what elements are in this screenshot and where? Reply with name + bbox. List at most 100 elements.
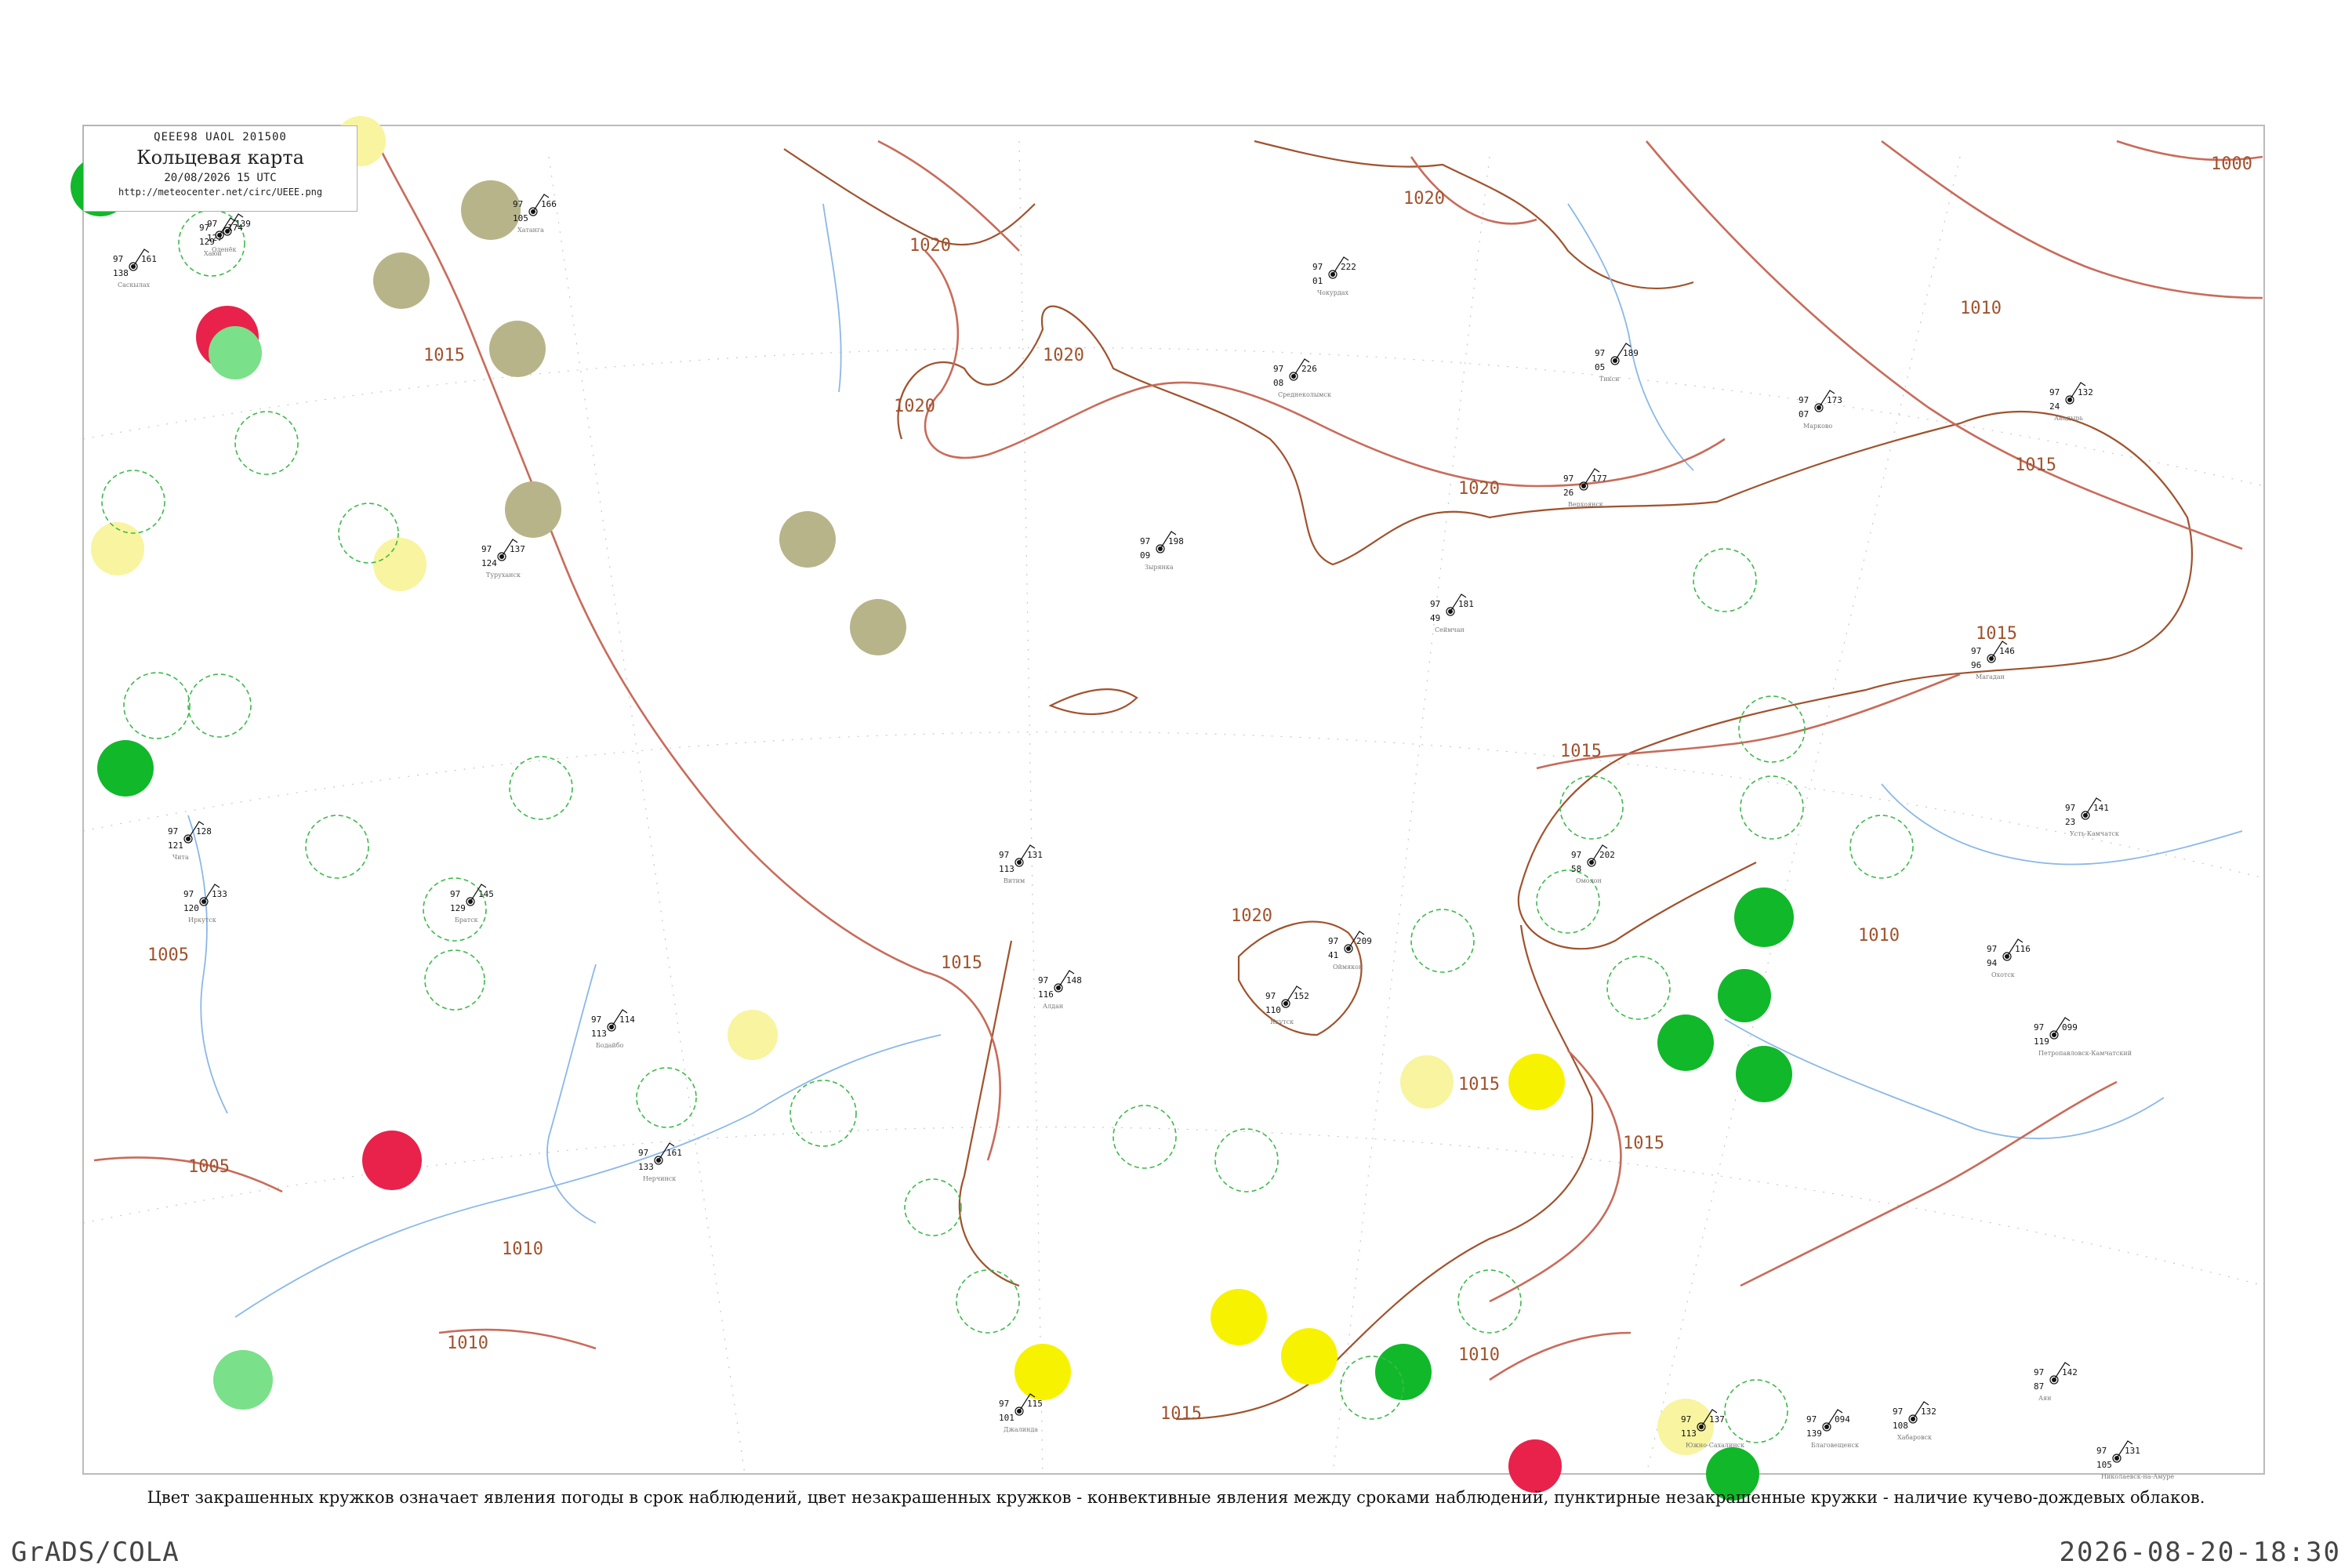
weather-fill-circle [1014,1344,1071,1400]
station-plot[interactable]: 114 97 113 Бодайбо [591,1009,635,1049]
station-plot[interactable]: 116 97 94 Охотск [1987,938,2031,978]
station-pressure: 146 [1999,646,2015,656]
cb-dashed-circle [1738,695,1806,763]
station-name: Магадан [1976,673,2005,681]
station-plot[interactable]: 141 97 23 Усть-Камчатск [2065,797,2119,837]
station-plot[interactable]: 161 97 133 Нерчинск [638,1142,682,1182]
station-plot[interactable]: 152 97 110 Якутск [1265,985,1309,1025]
station-dewpoint: 94 [1987,958,1998,968]
cb-dashed-circle [1559,775,1624,840]
station-plot[interactable]: 137 97 124 Туруханск [481,539,525,579]
station-pressure: 137 [1709,1414,1725,1425]
station-pressure: 115 [1027,1399,1043,1409]
station-temp: 97 [638,1148,648,1158]
isobar-label: 1010 [1458,1345,1500,1365]
station-plot[interactable]: 145 97 129 Братск [450,884,494,924]
cb-dashed-circle [636,1067,697,1128]
station-plot[interactable]: 166 97 105 Хатанга [513,194,557,234]
station-name: Сеймчан [1435,626,1465,633]
station-pressure: 141 [2093,803,2109,813]
station-temp: 97 [1987,944,1997,954]
station-temp: 97 [1265,991,1276,1001]
station-temp: 97 [2049,387,2060,397]
weather-fill-circle [1734,887,1794,947]
station-pressure: 094 [1835,1414,1850,1425]
station-plot[interactable]: 115 97 101 Джалинда [999,1393,1043,1433]
isobar-labels: 1015 1020 1020 1020 1020 1020 1000 1010 … [147,154,2252,1424]
station-pressure: 128 [196,826,212,837]
station-dewpoint: 113 [591,1029,607,1039]
coastline [783,140,2193,1421]
station-plot[interactable]: 131 97 113 Витим [999,844,1043,884]
station-dewpoint: 133 [638,1162,654,1172]
station-temp: 97 [481,544,492,554]
station-pressure: 133 [212,889,227,899]
isobar-label: 1015 [1458,1075,1500,1094]
station-name: Хатанга [517,227,544,234]
station-dewpoint: 96 [1971,660,1981,670]
cb-dashed-circle [305,815,369,879]
station-temp: 97 [513,199,523,209]
station-dewpoint: 09 [1140,550,1150,561]
station-temp: 97 [2034,1022,2044,1033]
isobar-label: 1015 [1560,742,1602,761]
station-dewpoint: 49 [1430,613,1440,623]
station-plot[interactable]: 173 97 07 Марково [1798,390,1842,430]
weather-fill-circle [362,1131,422,1190]
station-pressure: 137 [510,544,525,554]
station-name: Хабаровск [1897,1434,1932,1441]
station-plot[interactable]: 131 97 105 Николаевск-на-Амуре [2096,1440,2174,1480]
station-plot[interactable]: 189 97 05 Тикси [1595,343,1639,383]
station-plot[interactable]: 128 97 121 Чита [168,821,212,861]
weather-fill-circle [461,180,521,240]
station-plot[interactable]: 099 97 119 Петропавловск-Камчатский [2034,1017,2132,1057]
station-plot[interactable]: 148 97 116 Алдан [1038,970,1082,1010]
map-url[interactable]: http://meteocenter.net/circ/UEEE.png [84,187,357,198]
station-plot[interactable]: 198 97 09 Зырянка [1140,531,1184,571]
cb-dashed-circle [1693,548,1757,612]
station-pressure: 152 [1294,991,1309,1001]
station-plot[interactable]: 132 97 24 Анадырь [2049,382,2093,422]
station-name: Джалинда [1004,1426,1038,1433]
footer-software: GrADS/COLA [11,1537,180,1568]
station-dewpoint: 87 [2034,1381,2044,1392]
station-temp: 97 [999,850,1009,860]
station-plot[interactable]: 222 97 01 Чокурдах [1312,256,1356,296]
station-plot[interactable]: 209 97 41 Оймякон [1328,931,1372,971]
station-pressure: 099 [2062,1022,2078,1033]
station-plot[interactable]: 132 97 108 Хабаровск [1893,1401,1936,1441]
station-plot[interactable]: 226 97 08 Среднеколымск [1273,358,1331,398]
station-plot[interactable]: 181 97 49 Сеймчан [1430,593,1474,633]
isobar-label: 1015 [941,953,982,973]
bulletin-code: QEEE98 UAOL 201500 [154,131,287,143]
cb-dashed-circle [101,470,165,534]
station-temp: 97 [1595,348,1605,358]
station-dewpoint: 129 [450,903,466,913]
station-plot[interactable]: 177 97 26 Верхоянск [1563,468,1607,508]
station-plot[interactable]: 142 97 87 Аян [2034,1362,2078,1402]
weather-fill-circle [209,326,262,379]
station-dewpoint: 138 [113,268,129,278]
weather-fill-circle [1718,969,1771,1022]
weather-fill-circle [1281,1328,1338,1385]
station-plot[interactable]: 146 97 96 Магадан [1971,641,2015,681]
station-plot[interactable]: 202 97 58 Омолон [1571,844,1615,884]
weather-fill-circle [91,522,144,575]
station-pressure: 116 [2015,944,2031,954]
isobar-label: 1020 [1458,479,1500,499]
isobar-label: 1010 [1960,299,2002,318]
station-name: Нерчинск [643,1175,676,1182]
station-pressure: 173 [1827,395,1842,405]
weather-fill-circle [505,481,561,538]
station-temp: 97 [2034,1367,2044,1377]
cb-dashed-circle [424,949,485,1011]
cb-dashed-circle [187,673,252,738]
rivers [187,203,2243,1318]
synoptic-map: 1015 1020 1020 1020 1020 1020 1000 1010 … [71,116,2265,1501]
station-plot[interactable]: 161 97 138 Саскылах [113,249,157,289]
station-plot[interactable]: 094 97 139 Благовещенск [1806,1409,1859,1449]
weather-fill-circle [728,1010,778,1060]
station-name: Усть-Камчатск [2070,830,2119,837]
station-temp: 97 [1806,1414,1817,1425]
graticule [82,140,2265,1475]
